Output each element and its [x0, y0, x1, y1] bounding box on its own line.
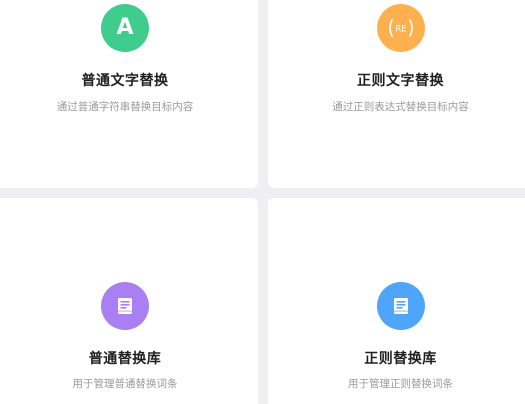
card-title: 正则替换库 — [364, 351, 437, 367]
letter-a-icon: A — [101, 4, 149, 52]
card-description: 通过普通字符串替换目标内容 — [56, 101, 194, 113]
card-plain-text-replace[interactable]: A 普通文字替换 通过普通字符串替换目标内容 — [0, 0, 258, 188]
card-title: 普通文字替换 — [81, 73, 169, 89]
card-description: 通过正则表达式替换目标内容 — [332, 101, 469, 113]
card-regex-replace-library[interactable]: 正则替换库 用于管理正则替换词条 — [268, 198, 525, 404]
card-title: 普通替换库 — [88, 351, 162, 367]
card-plain-replace-library[interactable]: 普通替换库 用于管理普通替换词条 — [0, 198, 258, 404]
replace-tools-page: A 普通文字替换 通过普通字符串替换目标内容 RE 正则文字替换 通过正则表达式… — [0, 0, 525, 404]
card-regex-text-replace[interactable]: RE 正则文字替换 通过正则表达式替换目标内容 — [268, 0, 525, 188]
card-description: 用于管理正则替换词条 — [348, 378, 453, 390]
book-icon — [376, 282, 425, 330]
book-icon — [101, 282, 149, 330]
card-title: 正则文字替换 — [357, 73, 444, 89]
card-description: 用于管理普通替换词条 — [72, 378, 178, 390]
regex-icon: RE — [376, 4, 425, 52]
svg-text:RE: RE — [395, 25, 406, 35]
